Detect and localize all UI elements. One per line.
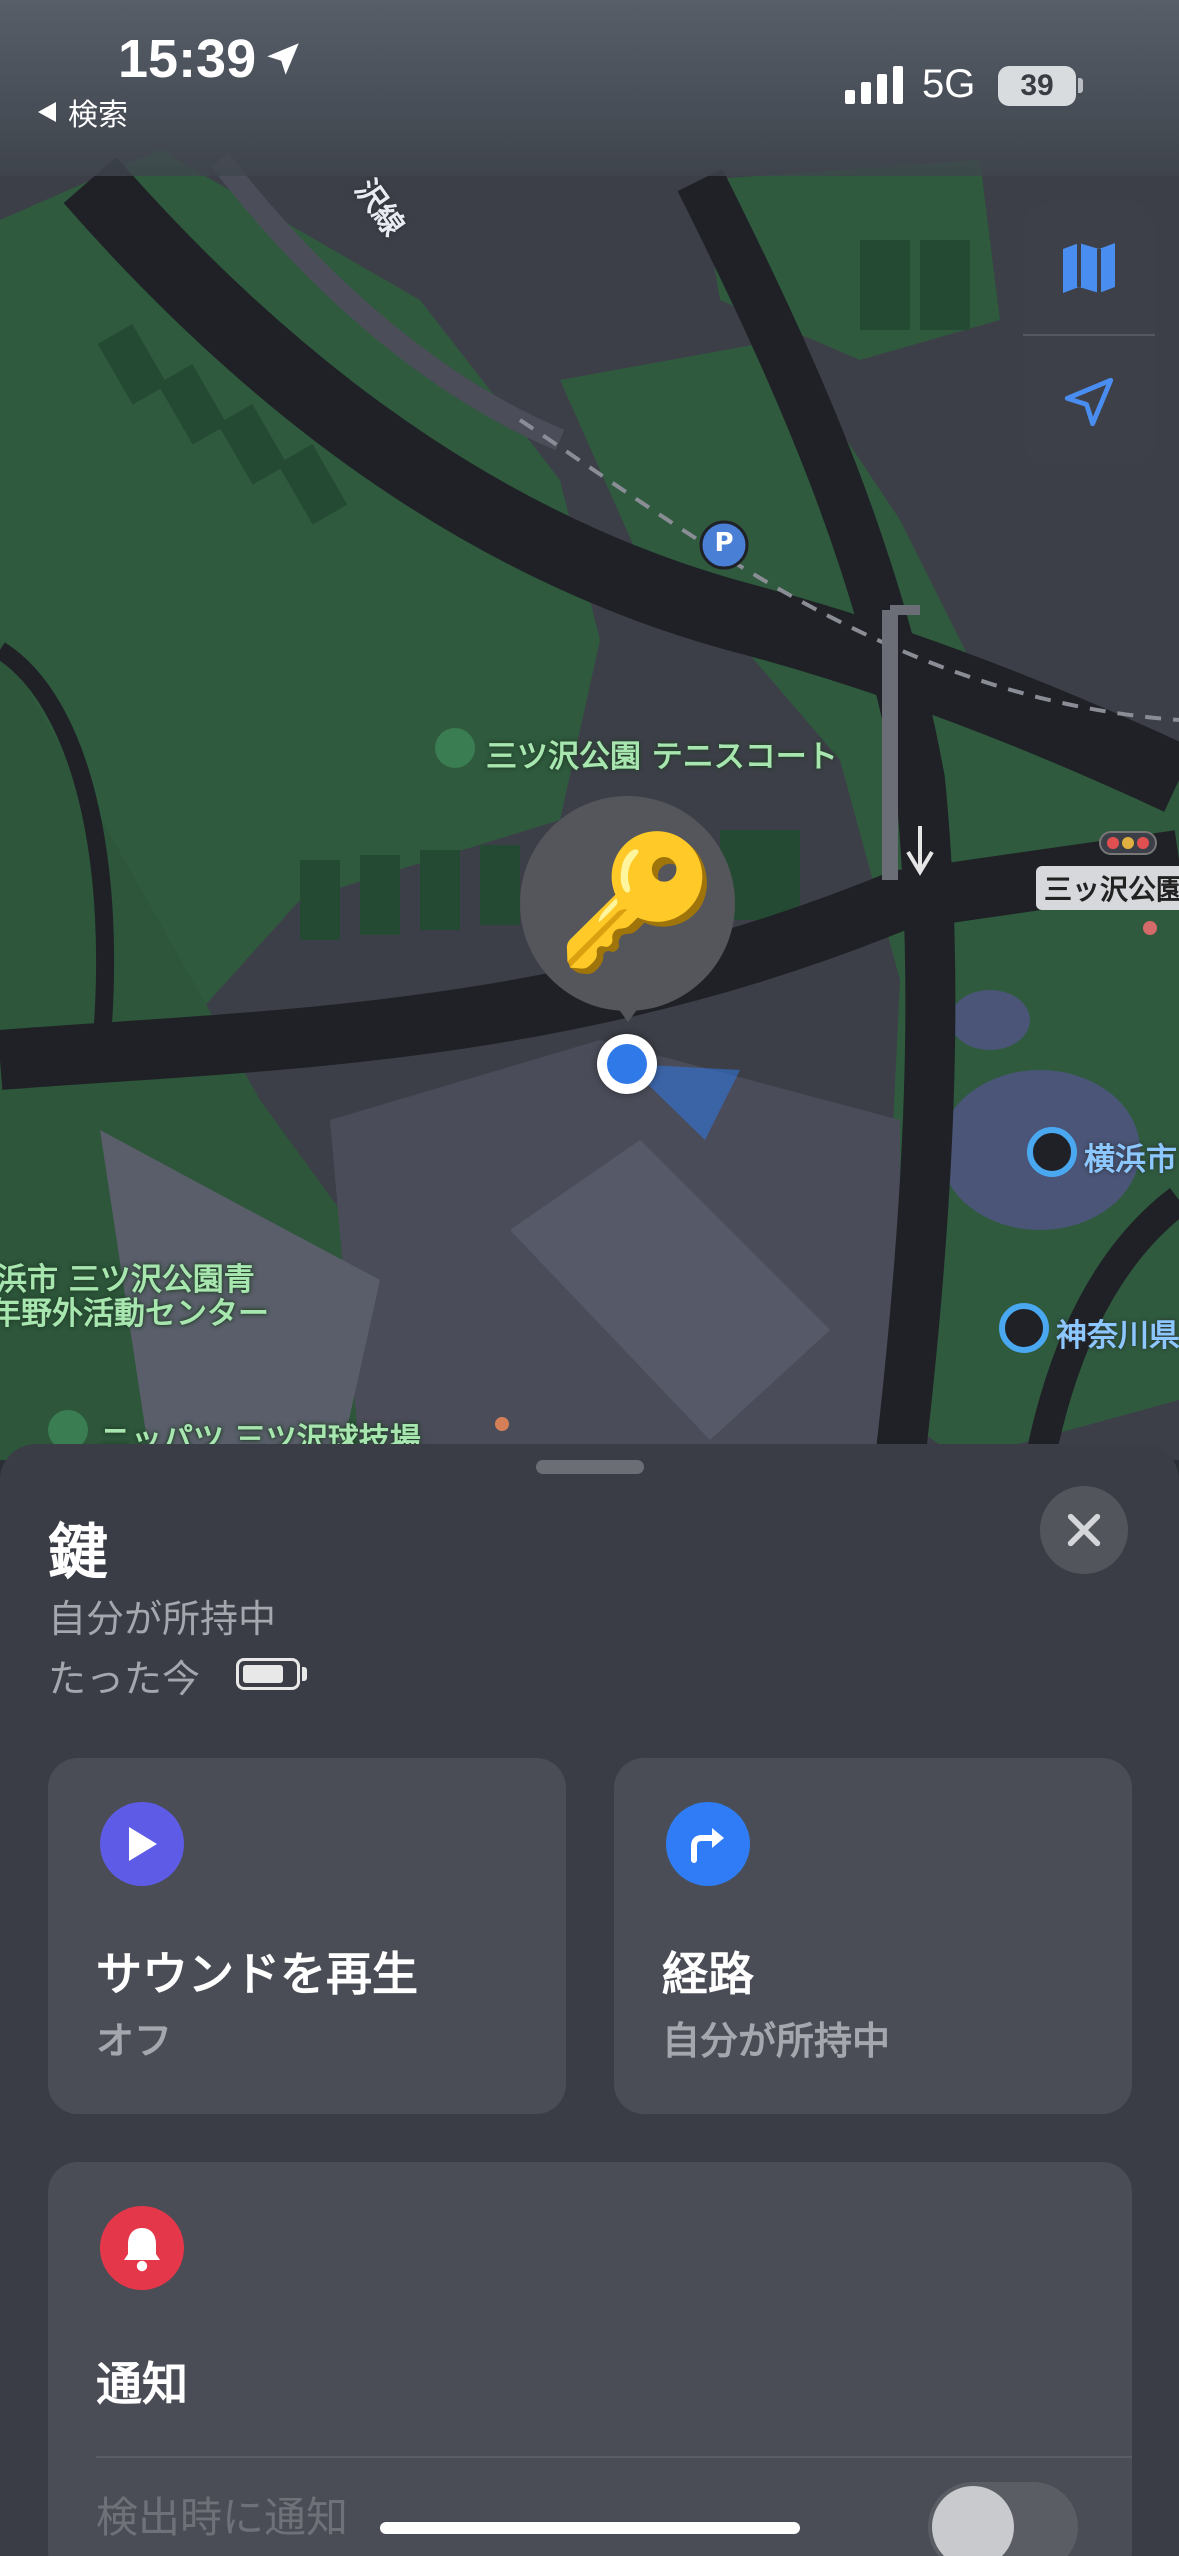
park-tag-label[interactable]: 三ッ沢公園: [1036, 866, 1179, 910]
bell-icon: [100, 2206, 184, 2290]
play-sound-title: サウンドを再生: [96, 1947, 418, 2001]
battery-nub: [1078, 78, 1083, 93]
map-view[interactable]: 沢線 三ツ沢公園 テニスコート 三ッ沢公園 浜市 三ツ沢公園青 年野外活動センタ…: [0, 0, 1179, 1460]
sheet-grabber[interactable]: [536, 1460, 644, 1474]
item-detail-sheet: 鍵 自分が所持中 たった今 サウンドを再生 オフ 経路 自分が所持中 通知 検出…: [0, 1444, 1179, 2556]
toggle-knob: [932, 2486, 1014, 2556]
back-to-search-button[interactable]: 検索: [36, 90, 128, 134]
close-icon: [1067, 1513, 1101, 1547]
locate-me-button[interactable]: [1023, 336, 1155, 468]
network-type: 5G: [922, 62, 976, 106]
back-triangle-icon: [38, 102, 56, 122]
location-arrow-icon: [1064, 377, 1114, 427]
notify-when-found-toggle[interactable]: [928, 2482, 1078, 2556]
yokohama-label[interactable]: 横浜市: [1084, 1134, 1177, 1179]
pin-tail: [612, 1000, 644, 1022]
item-name: 鍵: [48, 1518, 108, 1588]
parking-icon[interactable]: P: [712, 528, 736, 558]
map-canvas: [0, 0, 1179, 1460]
item-owner-status: 自分が所持中: [48, 1597, 277, 1641]
status-bar: 15:39 検索 5G 39: [0, 0, 1179, 176]
notifications-title: 通知: [96, 2357, 188, 2411]
tennis-court-label[interactable]: 三ツ沢公園 テニスコート: [486, 731, 838, 776]
notifications-card: 通知 検出時に通知: [48, 2162, 1132, 2556]
map-controls: [1023, 202, 1155, 466]
clock: 15:39: [118, 29, 257, 89]
directions-title: 経路: [662, 1947, 754, 2001]
current-location-dot[interactable]: [597, 1034, 657, 1094]
youth-center-label-2[interactable]: 年野外活動センター: [0, 1288, 269, 1333]
kanagawa-label[interactable]: 神奈川県: [1056, 1310, 1179, 1355]
notify-when-found-label: 検出時に通知: [96, 2493, 349, 2542]
map-icon: [1063, 243, 1115, 293]
location-services-icon: [267, 43, 299, 75]
map-mode-button[interactable]: [1023, 202, 1155, 334]
cellular-signal-icon: [845, 64, 903, 104]
play-sound-status: オフ: [96, 2019, 173, 2063]
directions-status: 自分が所持中: [662, 2019, 891, 2063]
key-pin[interactable]: 🔑: [520, 796, 735, 1011]
notifications-divider: [96, 2456, 1132, 2458]
home-indicator[interactable]: [380, 2522, 800, 2534]
back-label: 検索: [68, 98, 128, 133]
play-icon: [100, 1802, 184, 1886]
key-icon: 🔑: [556, 826, 718, 978]
directions-icon: [666, 1802, 750, 1886]
item-battery-nub: [302, 1667, 307, 1681]
item-battery-icon: [236, 1658, 300, 1690]
directions-card[interactable]: 経路 自分が所持中: [614, 1758, 1132, 2114]
battery-indicator: 39: [998, 66, 1076, 106]
item-updated-time: たった今: [48, 1657, 201, 1701]
close-button[interactable]: [1040, 1486, 1128, 1574]
play-sound-card[interactable]: サウンドを再生 オフ: [48, 1758, 566, 2114]
